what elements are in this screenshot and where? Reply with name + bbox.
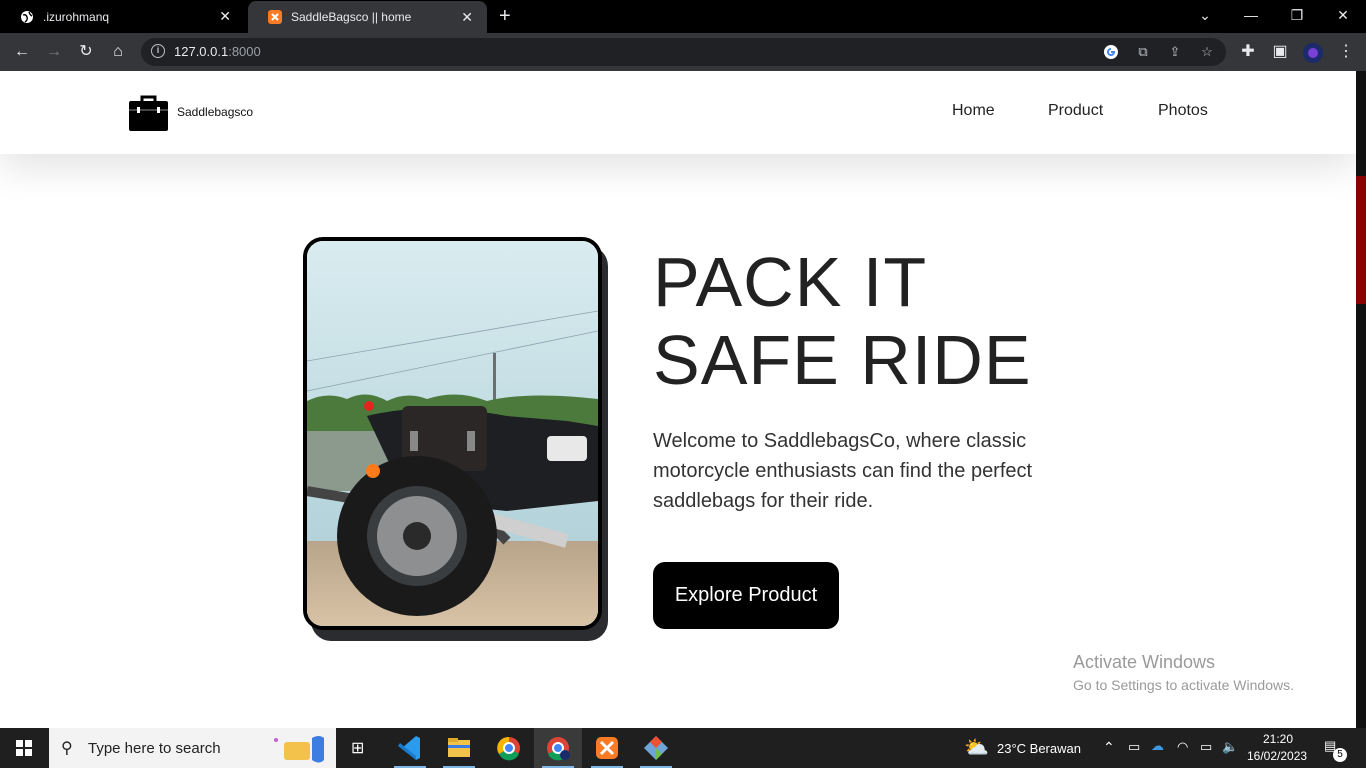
tab-saddlebagsco-home[interactable]: SaddleBagsco || home ✕ [248, 1, 487, 33]
git-gui-icon[interactable] [632, 728, 680, 768]
onedrive-cloud-icon[interactable]: ☁ [1151, 738, 1164, 754]
profile-avatar-icon[interactable] [1303, 43, 1323, 63]
globe-icon [20, 10, 34, 24]
network-icon[interactable]: ◠ [1177, 739, 1188, 755]
minimize-icon[interactable]: — [1228, 4, 1274, 26]
nav-product[interactable]: Product [1048, 102, 1103, 120]
start-windows-icon[interactable] [0, 728, 48, 768]
chrome-profile-icon[interactable] [534, 728, 582, 768]
xampp-icon [268, 10, 282, 24]
nav-home[interactable]: Home [952, 102, 995, 120]
explore-product-button[interactable]: Explore Product [653, 562, 839, 629]
page-scrollbar[interactable] [1356, 71, 1366, 728]
hero-title: PACK IT SAFE RIDE [653, 243, 1032, 399]
tab-izurohmanq[interactable]: .izurohmanq ✕ [0, 0, 245, 33]
clock-time[interactable]: 21:20 [1263, 732, 1293, 746]
notification-count-badge: 5 [1333, 748, 1347, 762]
volume-icon[interactable]: 🔈 [1222, 739, 1238, 755]
close-tab-icon[interactable]: ✕ [461, 10, 473, 24]
browser-menu-icon[interactable]: ⋮ [1337, 43, 1355, 61]
search-placeholder: Type here to search [88, 740, 221, 757]
meet-now-icon[interactable]: ▭ [1128, 739, 1140, 755]
google-lens-icon[interactable] [1103, 44, 1119, 60]
side-panel-icon[interactable]: ▣ [1271, 43, 1289, 61]
new-tab-icon[interactable]: + [499, 6, 511, 26]
forward-icon[interactable]: → [45, 43, 63, 61]
brand-name[interactable]: Saddlebagsco [177, 105, 253, 119]
briefcase-logo-icon[interactable] [129, 94, 168, 131]
motorcycle-saddlebag-photo [303, 237, 602, 630]
tab-title: SaddleBagsco || home [291, 10, 412, 24]
browser-tab-strip: .izurohmanq ✕ SaddleBagsco || home ✕ + ⌄… [0, 0, 1366, 33]
close-tab-icon[interactable]: ✕ [219, 9, 231, 23]
chrome-icon[interactable] [485, 728, 533, 768]
file-explorer-icon[interactable] [435, 728, 483, 768]
battery-icon[interactable]: ▭ [1200, 739, 1212, 755]
hero-image-card [303, 237, 608, 641]
taskbar-search-box[interactable]: ⚲ Type here to search [49, 728, 336, 768]
url-text: 127.0.0.1:8000 [174, 44, 261, 59]
home-icon[interactable]: ⌂ [109, 43, 127, 61]
hero-description: Welcome to SaddlebagsCo, where classic m… [653, 430, 1033, 512]
scrollbar-thumb[interactable] [1356, 176, 1366, 304]
activate-windows-watermark: Activate Windows Go to Settings to activ… [1073, 652, 1294, 693]
vscode-icon[interactable] [386, 728, 434, 768]
show-hidden-icons-icon[interactable]: ⌃ [1103, 739, 1115, 756]
tab-search-chevron-icon[interactable]: ⌄ [1182, 4, 1228, 26]
task-view-icon[interactable]: ⊞ [336, 728, 384, 768]
web-page: Saddlebagsco Home Product Photos PACK IT… [0, 71, 1356, 728]
bookmark-star-icon[interactable]: ☆ [1199, 44, 1215, 60]
reload-icon[interactable]: ↻ [77, 43, 95, 61]
search-highlight-icon [264, 732, 334, 771]
search-icon: ⚲ [61, 740, 73, 757]
extensions-icon[interactable]: ✚ [1239, 43, 1257, 61]
restore-icon[interactable]: ❐ [1274, 4, 1320, 26]
clock-date[interactable]: 16/02/2023 [1247, 749, 1307, 763]
tab-title: .izurohmanq [43, 9, 110, 24]
share-icon[interactable]: ⇪ [1167, 44, 1183, 60]
translate-icon[interactable]: ⧉ [1135, 44, 1151, 60]
address-bar[interactable]: i 127.0.0.1:8000 ⧉ ⇪ ☆ [141, 38, 1226, 66]
back-icon[interactable]: ← [13, 43, 31, 61]
xampp-taskbar-icon[interactable] [583, 728, 631, 768]
weather-text[interactable]: 23°C Berawan [997, 741, 1081, 756]
site-info-icon[interactable]: i [151, 44, 165, 58]
nav-photos[interactable]: Photos [1158, 102, 1208, 120]
browser-toolbar: ← → ↻ ⌂ i 127.0.0.1:8000 ⧉ ⇪ ☆ ✚ ▣ ⋮ [0, 33, 1366, 71]
windows-taskbar: ⚲ Type here to search ⊞ ⛅ 23°C Berawan ⌃… [0, 728, 1366, 768]
weather-cloud-icon[interactable]: ⛅ [964, 735, 989, 760]
site-navbar: Saddlebagsco Home Product Photos [0, 71, 1356, 154]
close-window-icon[interactable]: ✕ [1320, 4, 1366, 26]
